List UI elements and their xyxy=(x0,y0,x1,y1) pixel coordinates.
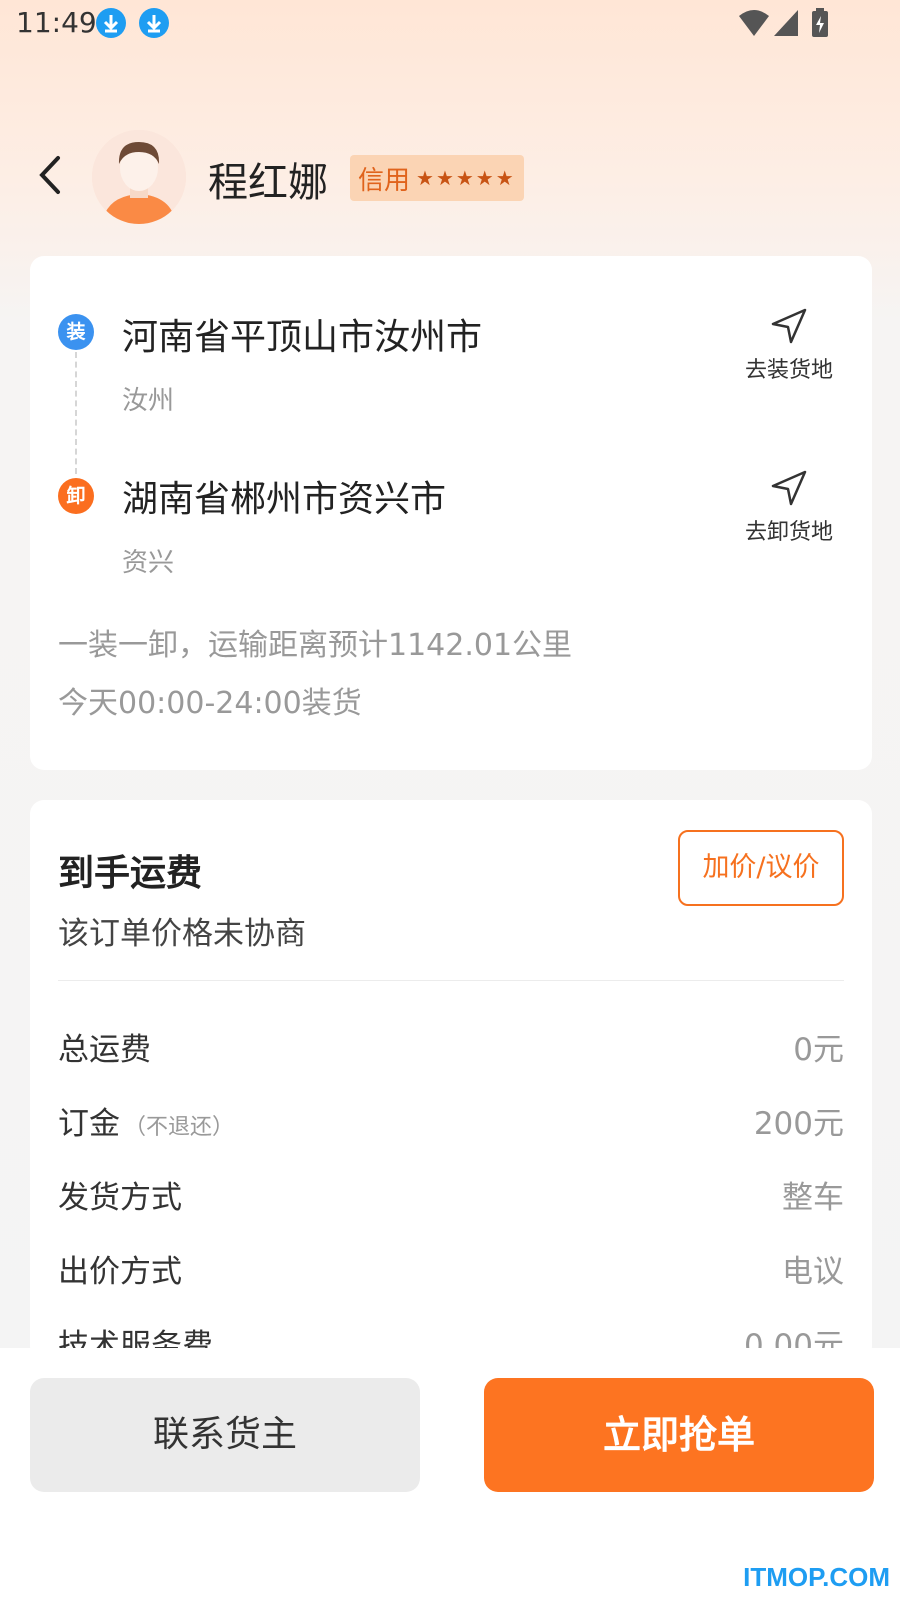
fee-row-label: 订金 xyxy=(58,1106,120,1142)
route-summary: 一装一卸，运输距离预计1142.01公里 xyxy=(58,628,573,663)
download-icon xyxy=(139,8,169,38)
avatar[interactable] xyxy=(92,130,186,224)
download-icon xyxy=(96,8,126,38)
fee-row-value: 0元 xyxy=(793,1032,844,1068)
route-card: 装 河南省平顶山市汝州市 汝州 去装货地 卸 湖南省郴州市资兴市 资兴 去卸货地… xyxy=(30,256,872,770)
load-time: 今天00:00-24:00装货 xyxy=(58,686,362,721)
status-time: 11:49 xyxy=(16,6,97,39)
fee-row-value: 电议 xyxy=(782,1254,844,1290)
fee-title: 到手运费 xyxy=(58,853,203,894)
fee-row-total: 总运费 0元 xyxy=(58,1024,844,1074)
signal-icon xyxy=(772,8,800,42)
nav-to-unload-button[interactable]: 去卸货地 xyxy=(734,468,844,546)
bargain-button[interactable]: 加价/议价 xyxy=(678,830,844,906)
grab-order-button[interactable]: 立即抢单 xyxy=(484,1378,874,1492)
fee-subtitle: 该订单价格未协商 xyxy=(58,916,306,952)
load-address: 河南省平顶山市汝州市 xyxy=(122,317,483,358)
navigation-arrow-icon xyxy=(771,470,807,506)
fee-card: 到手运费 该订单价格未协商 加价/议价 总运费 0元 订金 （不退还） 200元 … xyxy=(30,800,872,1364)
avatar-icon xyxy=(92,130,186,224)
fee-row-shipping-mode: 发货方式 整车 xyxy=(58,1172,844,1222)
fee-row-pricing-mode: 出价方式 电议 xyxy=(58,1246,844,1296)
load-badge: 装 xyxy=(58,314,94,350)
credit-stars: ★★★★★ xyxy=(416,166,516,190)
status-bar: 11:49 xyxy=(0,0,900,48)
unload-badge: 卸 xyxy=(58,478,94,514)
fee-row-label: 总运费 xyxy=(58,1032,151,1068)
route-connector xyxy=(75,352,77,474)
wifi-icon xyxy=(738,8,770,42)
credit-label: 信用 xyxy=(358,165,411,196)
header: 程红娜 信用 ★★★★★ xyxy=(0,120,900,230)
contact-shipper-button[interactable]: 联系货主 xyxy=(30,1378,420,1492)
nav-to-unload-label: 去卸货地 xyxy=(744,520,833,545)
nav-to-load-label: 去装货地 xyxy=(744,358,833,383)
back-arrow-icon xyxy=(39,156,60,194)
watermark: ITMOP.COM xyxy=(743,1562,890,1592)
user-name: 程红娜 xyxy=(208,160,328,206)
navigation-arrow-icon xyxy=(771,308,807,344)
unload-city: 资兴 xyxy=(122,548,175,578)
fee-row-note: （不退还） xyxy=(124,1115,235,1140)
fee-row-value: 200元 xyxy=(753,1106,844,1142)
credit-badge: 信用 ★★★★★ xyxy=(350,155,524,201)
load-city: 汝州 xyxy=(122,386,175,416)
divider xyxy=(58,980,844,981)
unload-address: 湖南省郴州市资兴市 xyxy=(122,479,447,520)
nav-to-load-button[interactable]: 去装货地 xyxy=(734,306,844,384)
fee-row-deposit: 订金 （不退还） 200元 xyxy=(58,1098,844,1148)
fee-row-value: 整车 xyxy=(782,1180,844,1216)
fee-row-label: 出价方式 xyxy=(58,1254,182,1290)
battery-icon xyxy=(810,8,830,42)
fee-row-label: 发货方式 xyxy=(58,1180,182,1216)
back-button[interactable] xyxy=(30,150,70,200)
